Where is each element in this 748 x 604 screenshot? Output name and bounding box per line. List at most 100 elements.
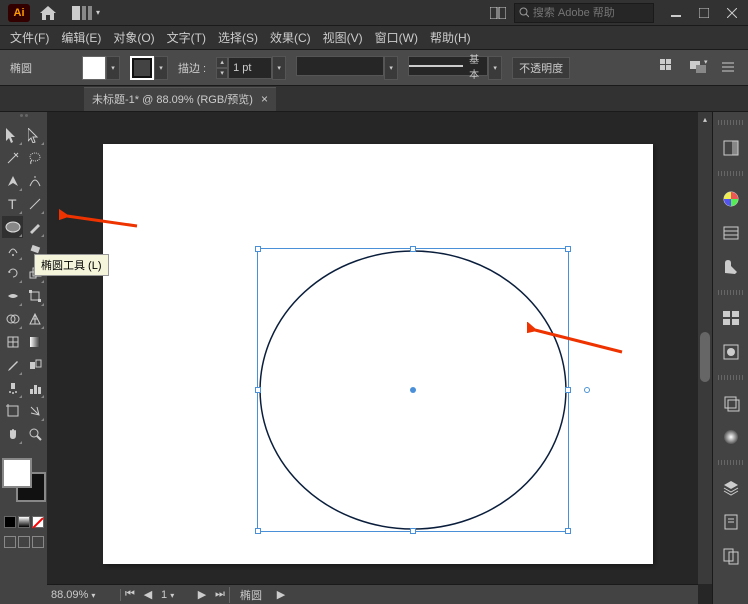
maximize-button[interactable] (690, 2, 718, 24)
panel-gripper[interactable] (718, 375, 744, 380)
canvas-area[interactable]: ▴ (47, 112, 712, 604)
home-button[interactable] (36, 2, 60, 24)
arrange-docs-icon[interactable] (490, 7, 506, 19)
layers-panel-icon[interactable] (718, 475, 744, 501)
fill-color-large[interactable] (2, 458, 32, 488)
panel-gripper[interactable] (718, 460, 744, 465)
blend-tool[interactable] (24, 354, 45, 376)
last-artboard-button[interactable]: ⏭ (211, 588, 229, 601)
slice-tool[interactable] (24, 400, 45, 422)
resize-handle-top-middle[interactable] (410, 246, 416, 252)
panel-gripper[interactable] (718, 120, 744, 125)
menu-type[interactable]: 文字(T) (161, 26, 212, 49)
perspective-grid-tool[interactable] (24, 308, 45, 330)
resize-handle-middle-left[interactable] (255, 387, 261, 393)
resize-handle-bottom-middle[interactable] (410, 528, 416, 534)
variable-width-dropdown[interactable]: ▾ (384, 56, 398, 80)
symbol-sprayer-tool[interactable] (2, 377, 23, 399)
close-button[interactable] (718, 2, 746, 24)
stroke-width-dropdown[interactable]: ▾ (272, 56, 286, 80)
fill-color-swatch[interactable] (82, 56, 106, 80)
stroke-color-swatch[interactable] (130, 56, 154, 80)
brushes-panel-icon[interactable] (718, 305, 744, 331)
stroke-width-input[interactable] (228, 57, 272, 79)
swatches-panel-icon[interactable] (718, 254, 744, 280)
color-mode-none[interactable] (32, 516, 44, 528)
shape-builder-icon[interactable]: ▾ (690, 59, 708, 77)
resize-handle-bottom-left[interactable] (255, 528, 261, 534)
brush-dropdown[interactable]: ▾ (488, 56, 502, 80)
align-icon[interactable] (660, 59, 678, 77)
toolbox-grip[interactable] (2, 114, 45, 120)
selection-center-point[interactable] (410, 387, 416, 393)
artboard-number[interactable]: 1 ▾ (157, 589, 193, 601)
type-tool[interactable]: T (2, 193, 23, 215)
selection-tool[interactable] (2, 124, 23, 146)
properties-panel-icon[interactable] (718, 135, 744, 161)
document-tab[interactable]: 未标题-1* @ 88.09% (RGB/预览) × (84, 87, 276, 111)
shape-builder-tool[interactable] (2, 308, 23, 330)
color-mode-solid[interactable] (4, 516, 16, 528)
menu-window[interactable]: 窗口(W) (369, 26, 424, 49)
draw-normal[interactable] (4, 536, 16, 548)
line-segment-tool[interactable] (24, 193, 45, 215)
asset-export-panel-icon[interactable] (718, 509, 744, 535)
zoom-level[interactable]: 88.09% ▾ (47, 589, 121, 601)
pen-tool[interactable] (2, 170, 23, 192)
symbols-panel-icon[interactable] (718, 339, 744, 365)
minimize-button[interactable] (662, 2, 690, 24)
brush-definition[interactable]: 基本 (408, 56, 488, 76)
stroke-width-down[interactable]: ▾ (216, 68, 228, 79)
menu-object[interactable]: 对象(O) (107, 26, 160, 49)
column-graph-tool[interactable] (24, 377, 45, 399)
direct-selection-tool[interactable] (24, 124, 45, 146)
resize-handle-top-left[interactable] (255, 246, 261, 252)
magic-wand-tool[interactable] (2, 147, 23, 169)
workspace-switcher[interactable]: ▾ (68, 2, 104, 24)
panel-gripper[interactable] (718, 171, 744, 176)
color-panel-icon[interactable] (718, 186, 744, 212)
fill-stroke-colors[interactable] (2, 458, 46, 502)
lasso-tool[interactable] (24, 147, 45, 169)
transform-panel-icon[interactable] (720, 59, 738, 77)
opacity-button[interactable]: 不透明度 (512, 57, 570, 79)
color-guide-panel-icon[interactable] (718, 220, 744, 246)
resize-handle-bottom-right[interactable] (565, 528, 571, 534)
panel-gripper[interactable] (718, 290, 744, 295)
draw-inside[interactable] (32, 536, 44, 548)
search-input[interactable] (533, 7, 649, 19)
prev-artboard-button[interactable]: ◀ (139, 588, 157, 601)
menu-effect[interactable]: 效果(C) (264, 26, 317, 49)
stroke-panel-icon[interactable] (718, 390, 744, 416)
stroke-dropdown[interactable]: ▾ (154, 56, 168, 80)
shaper-tool[interactable] (2, 239, 23, 261)
rotate-tool[interactable] (2, 262, 23, 284)
zoom-tool[interactable] (24, 423, 45, 445)
gradient-panel-icon[interactable] (718, 424, 744, 450)
menu-select[interactable]: 选择(S) (212, 26, 264, 49)
resize-handle-top-right[interactable] (565, 246, 571, 252)
ellipse-tool[interactable] (2, 216, 23, 238)
hand-tool[interactable] (2, 423, 23, 445)
artboard-tool[interactable] (2, 400, 23, 422)
status-menu-button[interactable]: ▶ (272, 588, 290, 601)
scroll-up-button[interactable]: ▴ (698, 112, 712, 126)
gradient-tool[interactable] (24, 331, 45, 353)
curvature-tool[interactable] (24, 170, 45, 192)
vertical-scrollbar[interactable]: ▴ (698, 112, 712, 584)
scrollbar-thumb[interactable] (700, 332, 710, 382)
draw-behind[interactable] (18, 536, 30, 548)
search-box[interactable] (514, 3, 654, 23)
stroke-width-up[interactable]: ▴ (216, 57, 228, 68)
eyedropper-tool[interactable] (2, 354, 23, 376)
document-tab-close[interactable]: × (261, 92, 268, 106)
menu-edit[interactable]: 编辑(E) (55, 26, 107, 49)
pie-widget-handle[interactable] (584, 387, 590, 393)
variable-width-profile[interactable] (296, 56, 384, 76)
menu-file[interactable]: 文件(F) (4, 26, 55, 49)
color-mode-gradient[interactable] (18, 516, 30, 528)
selection-bounding-box[interactable] (257, 248, 569, 532)
resize-handle-middle-right[interactable] (565, 387, 571, 393)
paintbrush-tool[interactable] (24, 216, 45, 238)
fill-dropdown[interactable]: ▾ (106, 56, 120, 80)
